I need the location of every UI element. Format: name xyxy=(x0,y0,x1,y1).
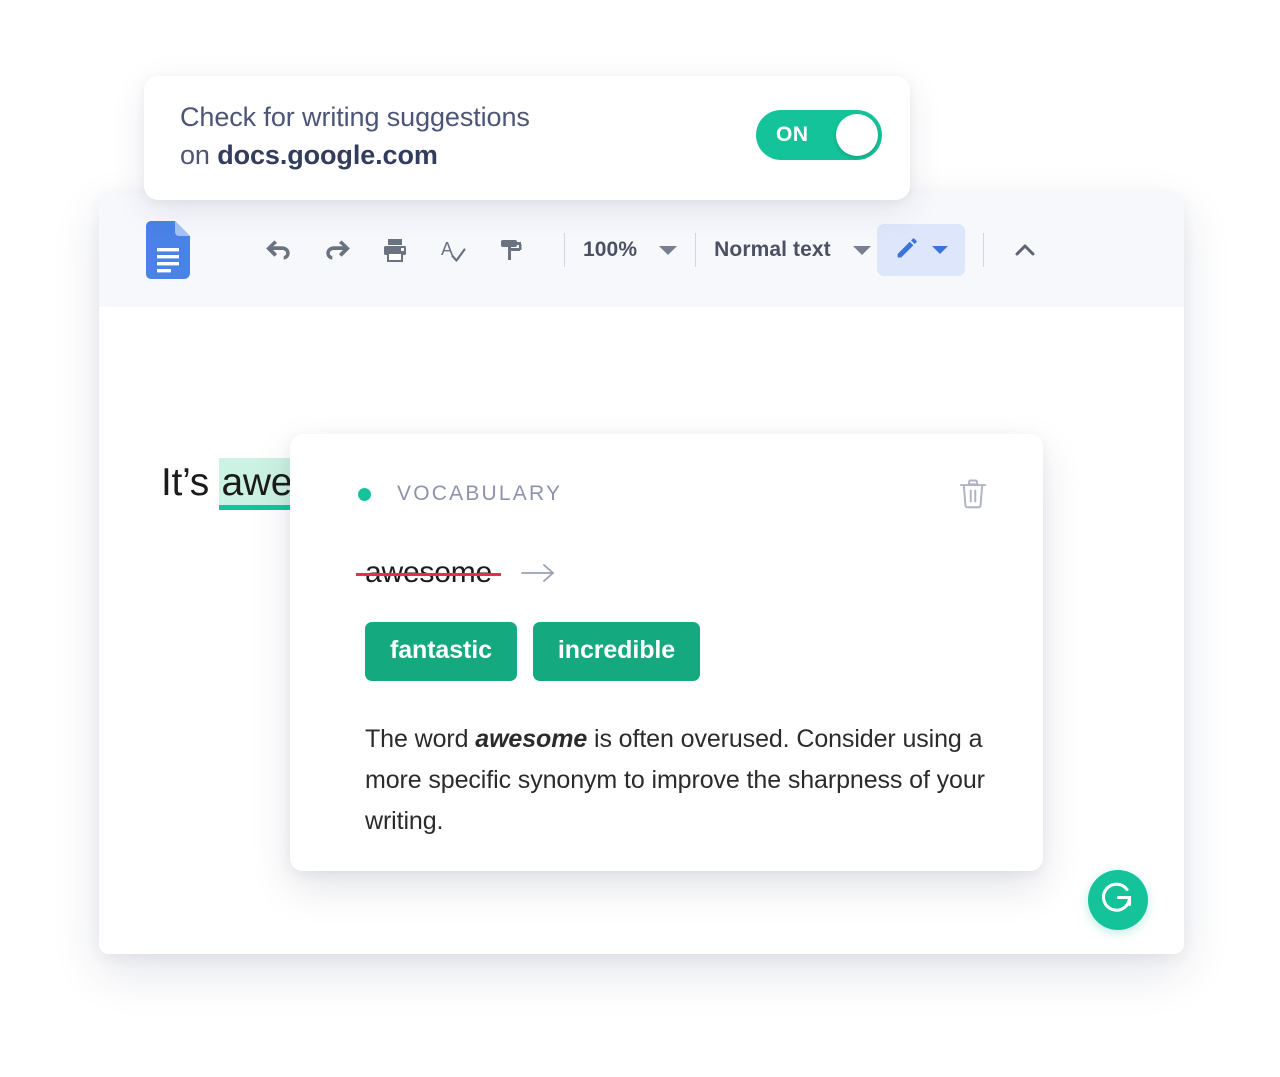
writing-suggestions-toggle-card: Check for writing suggestions on docs.go… xyxy=(144,76,910,200)
screenshot-stage: Check for writing suggestions on docs.go… xyxy=(0,0,1280,1077)
redo-icon[interactable] xyxy=(314,227,360,273)
undo-icon[interactable] xyxy=(256,227,302,273)
toggle-card-line2-prefix: on xyxy=(180,140,218,170)
chevron-up-icon[interactable] xyxy=(1002,227,1048,273)
print-icon[interactable] xyxy=(372,227,418,273)
grammarly-badge[interactable] xyxy=(1088,870,1148,930)
switch-state-label: ON xyxy=(776,123,809,146)
zoom-level-label: 100% xyxy=(583,238,638,261)
paragraph-style-label: Normal text xyxy=(714,238,831,261)
paragraph-style-dropdown[interactable]: Normal text xyxy=(714,238,871,262)
grammarly-logo-icon xyxy=(1098,878,1138,923)
explanation-part1: The word xyxy=(365,725,476,753)
svg-text:A: A xyxy=(441,239,453,259)
suggestion-card: VOCABULARY awesome fantastic incredible … xyxy=(290,434,1043,871)
editing-mode-button[interactable] xyxy=(876,224,965,276)
category-dot-icon xyxy=(358,487,371,501)
original-word-row: awesome xyxy=(356,556,993,590)
trash-icon[interactable] xyxy=(953,474,993,514)
pencil-icon xyxy=(894,234,921,266)
writing-suggestions-switch[interactable]: ON xyxy=(756,110,882,160)
paint-format-icon[interactable] xyxy=(488,227,534,273)
original-word: awesome xyxy=(356,556,501,590)
spellcheck-icon[interactable]: A xyxy=(430,227,476,273)
suggestion-category: VOCABULARY xyxy=(358,482,562,506)
toolbar-divider-2 xyxy=(695,233,697,267)
replacement-chip-0[interactable]: fantastic xyxy=(365,622,517,681)
category-label: VOCABULARY xyxy=(397,482,563,505)
chevron-down-icon-2 xyxy=(852,245,871,255)
arrow-right-icon xyxy=(520,562,560,584)
zoom-dropdown[interactable]: 100% xyxy=(583,238,678,262)
sentence-before: It’s xyxy=(161,461,220,504)
toolbar-divider-3 xyxy=(982,233,984,267)
chevron-down-icon-3 xyxy=(931,246,948,254)
toggle-card-line1: Check for writing suggestions xyxy=(180,102,530,132)
chevron-down-icon xyxy=(659,245,678,255)
toggle-card-domain: docs.google.com xyxy=(217,140,438,170)
switch-knob xyxy=(836,114,878,156)
toggle-card-text: Check for writing suggestions on docs.go… xyxy=(180,94,530,174)
suggestion-card-header: VOCABULARY xyxy=(358,474,993,514)
toolbar-divider xyxy=(564,233,565,267)
explanation-emphasis: awesome xyxy=(475,725,588,753)
replacement-options: fantastic incredible xyxy=(365,622,993,681)
google-docs-file-icon xyxy=(146,221,190,279)
toggle-card-line2: on docs.google.com xyxy=(180,136,530,174)
toggle-card-content: Check for writing suggestions on docs.go… xyxy=(180,94,882,174)
replacement-chip-1[interactable]: incredible xyxy=(532,622,701,681)
suggestion-explanation: The word awesome is often overused. Cons… xyxy=(365,719,993,842)
strikethrough-line xyxy=(356,573,501,576)
docs-toolbar: A 100% Normal text xyxy=(99,193,1184,307)
